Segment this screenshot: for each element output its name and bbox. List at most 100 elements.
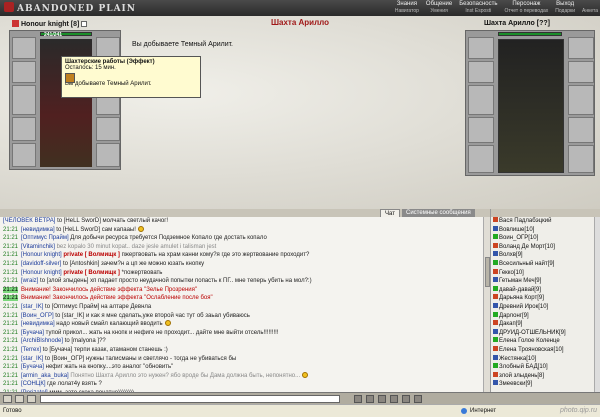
user-list-item[interactable]: Дарьяна Корт[9] [491,294,600,303]
user-list-item[interactable]: Всесильный найт[9] [491,259,600,269]
user-list-item[interactable]: Жестянка[10] [491,354,600,364]
user-list-item[interactable]: Вовлише[10] [491,225,600,235]
chat-text: to [Воин_ОГР] нужны талисманы и светлячо… [45,355,237,362]
user-list-item[interactable]: ДРУИД-ОТШЕЛЬНИК[9] [491,328,600,338]
armor-slot[interactable] [12,117,36,141]
menu-transfers[interactable]: Отчет о переводах [505,8,549,15]
menu-navigator[interactable]: Навигатор [395,8,419,15]
user-list-item[interactable]: давай-давай[9] [491,285,600,295]
user-list-item[interactable]: Гетьман Меч[9] [491,277,600,286]
tab-chat[interactable]: Чат [380,209,400,217]
menu-exit[interactable]: Выход [555,1,575,8]
menu-gifts[interactable]: Подарки [555,8,575,15]
user-list-item[interactable]: Воланд Де Морт[10] [491,242,600,252]
user-name[interactable]: ДРУИД-ОТШЕЛЬНИК[9] [499,330,566,336]
chat-nick[interactable]: [ЧЕЛОВЕК ВЕТРА] [3,218,55,224]
chat-nick[interactable]: [Оптимус Прайм] [21,235,69,241]
tab-system-messages[interactable]: Системные сообщения [402,209,475,217]
user-name[interactable]: Гетьман Меч[9] [499,278,541,284]
player-name[interactable]: Honour knight [21,21,69,28]
menu-profile[interactable]: Анкета [582,8,598,15]
chat-nick[interactable]: [Vitaminchik] [21,244,55,250]
chat-nick[interactable]: [armin_aka_buka] [21,373,69,379]
send-icon[interactable] [354,395,362,403]
user-list-item[interactable]: Змеевски[9] [491,380,600,389]
user-name[interactable]: Всесильный найт[9] [499,261,554,267]
user-name[interactable]: Дарлонг[9] [499,313,529,319]
smiles-icon[interactable] [15,395,24,403]
chat-input[interactable] [40,395,340,403]
chat-private-tag[interactable]: private [ Волмищк ] [63,252,120,258]
user-list-item[interactable]: Дакап[9] [491,320,600,329]
user-list-item[interactable]: Елена Трояновская[10] [491,345,600,355]
user-name[interactable]: Дакап[9] [499,321,522,327]
refresh-icon[interactable] [366,395,374,403]
chat-nick[interactable]: [wraiz] [21,278,38,284]
settings-icon[interactable] [402,395,410,403]
user-list-scrollbar[interactable] [594,217,600,392]
user-list-item[interactable]: Дарлонг[9] [491,311,600,321]
user-list-item[interactable]: злой злыдень[8] [491,371,600,381]
user-list-item[interactable]: Древний Ирок[10] [491,302,600,312]
menu-security[interactable]: Безопасность [459,1,497,8]
user-name[interactable]: Гекко[10] [499,270,524,276]
user-name[interactable]: Дарьяна Корт[9] [499,295,544,301]
chat-nick[interactable]: [davidoff-silver] [21,261,61,267]
user-name[interactable]: Злобный БАД[10] [499,364,548,370]
user-name[interactable]: Волхв[9] [499,252,523,258]
user-name[interactable]: Елена Трояновская[10] [499,347,564,353]
chat-private-tag[interactable]: private [ Волмищк ] [63,270,120,276]
pants-slot[interactable] [96,117,120,141]
clear-icon[interactable] [3,395,12,403]
smiley-icon [302,371,309,378]
clan-icon [493,251,498,257]
user-name[interactable]: давай-давай[9] [499,287,541,293]
user-list-item[interactable]: Вася Падлабэцкий [491,217,600,226]
belt-slot[interactable] [12,143,36,167]
chat-nick[interactable]: [Бучача] [21,330,44,336]
chat-nick[interactable]: [star_IK] [21,304,43,310]
user-name[interactable]: Воланд Де Морт[10] [499,244,555,250]
user-name[interactable]: Елена Голое Коленце [499,338,560,344]
chat-nick[interactable]: [СОНЦК] [21,381,45,387]
user-list-item[interactable]: Воин_ОГР[10] [491,234,600,243]
chat-nick[interactable]: [невидимка] [21,227,55,233]
user-name[interactable]: Змеевски[9] [499,381,532,387]
chat-message: 21:21 [wraiz] to [злой злыдень] хп падает… [0,277,483,286]
user-list-item[interactable]: Елена Голое Коленце [491,337,600,346]
help-icon[interactable] [414,395,422,403]
user-name[interactable]: Древний Ирок[10] [499,304,548,310]
user-name[interactable]: Воин_ОГР[10] [499,235,538,241]
info-icon[interactable] [81,21,88,27]
chat-nick[interactable]: [невидимка] [21,321,55,327]
chat-nick[interactable]: [ArchiBlshnode] [21,338,63,344]
chat-nick[interactable]: [star_IK] [21,356,43,362]
chat-nick[interactable]: [Honour knight] [21,252,62,258]
translit-icon[interactable] [27,395,36,403]
user-list-item[interactable]: Гекко[10] [491,268,600,278]
user-list-item[interactable]: Злобный БАД[10] [491,363,600,372]
boots-slot[interactable] [96,143,120,167]
user-name[interactable]: Вася Падлабэцкий [499,218,551,224]
sound-icon[interactable] [390,395,398,403]
user-name[interactable]: Жестянка[10] [499,356,536,362]
chat-nick[interactable]: [Воин_ОГР] [21,313,54,319]
menu-knowledge[interactable]: Знания [395,1,419,8]
chat-nick[interactable]: [Honour knight] [21,270,62,276]
clan-icon [12,20,19,27]
weapon-slot[interactable] [12,85,36,115]
user-name[interactable]: Вовлише[10] [499,227,534,233]
chat-nick[interactable]: [Terrex] [21,347,41,353]
chat-nick[interactable]: [Бучача] [21,364,44,370]
menu-inst[interactable]: Inst Esposti [459,8,497,15]
amulet-slot[interactable] [12,61,36,83]
filter-icon[interactable] [378,395,386,403]
chat-scrollbar[interactable] [483,217,490,392]
menu-social[interactable]: Общение [426,1,452,8]
chat-text: to [Antoshkin] зачем?н а цп же можно юза… [62,260,205,267]
helmet-slot[interactable] [12,37,36,59]
menu-character[interactable]: Персонаж [505,1,549,8]
user-list-item[interactable]: Волхв[9] [491,251,600,260]
menu-skills[interactable]: Умения [426,8,452,15]
user-name[interactable]: злой злыдень[8] [499,373,544,379]
